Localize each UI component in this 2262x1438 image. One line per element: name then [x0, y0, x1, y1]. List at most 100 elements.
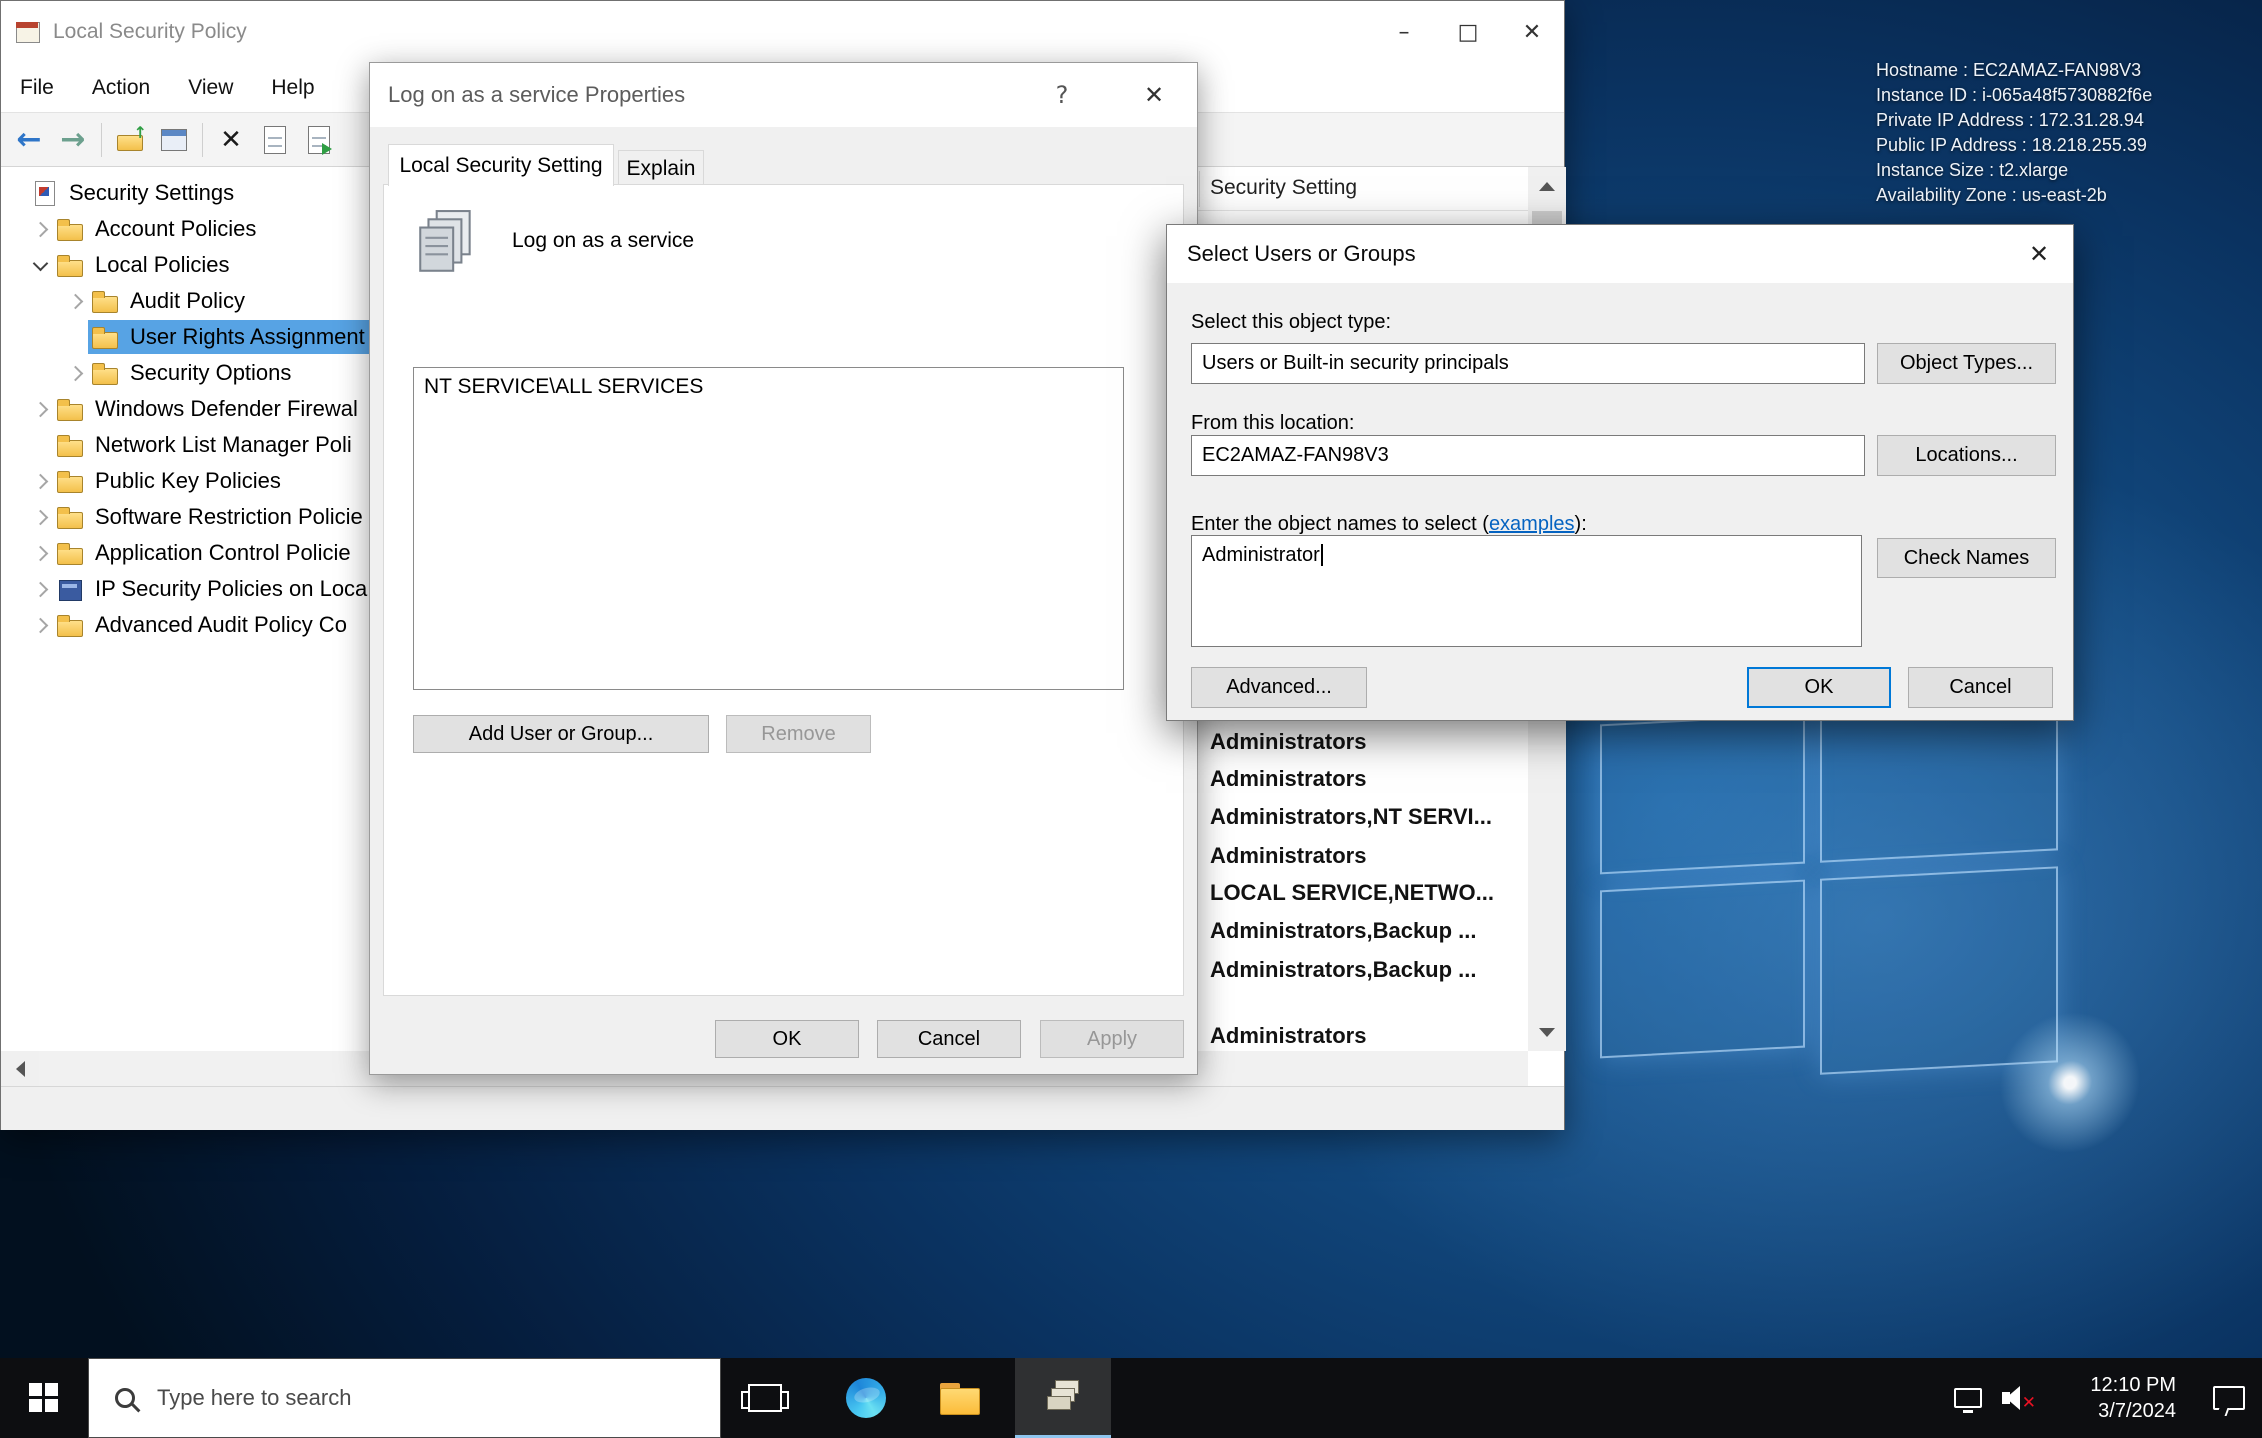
close-button[interactable] [2011, 225, 2067, 283]
chevron-right-icon[interactable] [62, 288, 88, 314]
locations-button[interactable]: Locations... [1877, 435, 2056, 476]
forward-button[interactable] [51, 117, 95, 163]
close-button[interactable] [1500, 1, 1564, 63]
list-item[interactable]: Administrators [1210, 729, 1366, 755]
member-entry[interactable]: NT SERVICE\ALL SERVICES [414, 368, 1123, 406]
cancel-button[interactable]: Cancel [877, 1020, 1021, 1058]
ok-button[interactable]: OK [1747, 667, 1891, 708]
maximize-button[interactable] [1436, 1, 1500, 63]
folder-icon [91, 323, 121, 351]
tree-item-ip-security-policies[interactable]: IP Security Policies on Loca [1, 571, 376, 607]
edge-button[interactable] [826, 1358, 906, 1438]
chevron-right-icon[interactable] [27, 396, 53, 422]
scroll-up-icon [1539, 182, 1555, 191]
minimize-button[interactable] [1372, 1, 1436, 63]
windows-logo-wallpaper [1600, 678, 2070, 1113]
chevron-right-icon[interactable] [27, 468, 53, 494]
export-list-button[interactable] [297, 117, 341, 163]
scroll-up-button[interactable] [1528, 167, 1566, 205]
folder-up-icon [117, 129, 143, 151]
task-view-button[interactable] [725, 1358, 805, 1438]
list-item[interactable]: Administrators,Backup ... [1210, 918, 1477, 944]
advanced-button[interactable]: Advanced... [1191, 667, 1367, 708]
list-item[interactable]: Administrators,NT SERVI... [1210, 804, 1492, 830]
tree-item-user-rights-assignment[interactable]: User Rights Assignment [1, 319, 376, 355]
tree-item-account-policies[interactable]: Account Policies [1, 211, 376, 247]
taskbar-search[interactable]: Type here to search [88, 1358, 721, 1438]
title-bar[interactable]: Local Security Policy [1, 1, 1564, 63]
list-item[interactable]: Administrators [1210, 843, 1366, 869]
add-user-or-group-button[interactable]: Add User or Group... [413, 715, 709, 753]
tab-local-security-setting[interactable]: Local Security Setting [388, 144, 614, 186]
remove-button[interactable]: Remove [726, 715, 871, 753]
chevron-down-icon[interactable] [27, 252, 53, 278]
tree-item-local-policies[interactable]: Local Policies [1, 247, 376, 283]
menu-view[interactable]: View [169, 76, 252, 100]
examples-link[interactable]: examples [1489, 513, 1575, 535]
edge-icon [846, 1378, 886, 1418]
up-level-button[interactable] [108, 117, 152, 163]
list-item[interactable]: LOCAL SERVICE,NETWO... [1210, 880, 1494, 906]
scroll-down-icon [1539, 1028, 1555, 1037]
file-explorer-button[interactable] [919, 1358, 999, 1438]
location-field[interactable]: EC2AMAZ-FAN98V3 [1191, 435, 1865, 476]
check-names-button[interactable]: Check Names [1877, 538, 2056, 578]
policy-header [414, 209, 480, 279]
members-listbox[interactable]: NT SERVICE\ALL SERVICES [413, 367, 1124, 690]
help-button[interactable] [1034, 63, 1090, 127]
list-item[interactable]: Administrators,Backup ... [1210, 957, 1477, 983]
chevron-right-icon[interactable] [27, 216, 53, 242]
object-types-button[interactable]: Object Types... [1877, 343, 2056, 384]
policy-name: Log on as a service [512, 229, 694, 253]
chevron-right-icon[interactable] [27, 612, 53, 638]
tree-item-software-restriction[interactable]: Software Restriction Policie [1, 499, 376, 535]
apply-button[interactable]: Apply [1040, 1020, 1184, 1058]
chevron-right-icon[interactable] [27, 576, 53, 602]
tree-item-security-settings[interactable]: Security Settings [1, 175, 376, 211]
chevron-right-icon[interactable] [27, 504, 53, 530]
local-security-policy-taskbar-button[interactable] [1015, 1358, 1111, 1438]
tree-item-advanced-audit[interactable]: Advanced Audit Policy Co [1, 607, 376, 643]
list-item[interactable]: Administrators [1210, 766, 1366, 792]
taskbar-clock[interactable]: 12:10 PM 3/7/2024 [2046, 1358, 2182, 1438]
back-button[interactable] [7, 117, 51, 163]
folder-icon [56, 395, 86, 423]
export-list-icon [308, 126, 330, 154]
menu-action[interactable]: Action [73, 76, 169, 100]
tree-item-network-list-manager[interactable]: Network List Manager Poli [1, 427, 376, 463]
start-button[interactable] [0, 1358, 88, 1438]
scroll-down-button[interactable] [1528, 1013, 1566, 1051]
action-center-button[interactable] [2196, 1358, 2262, 1438]
list-item[interactable]: Administrators [1210, 1023, 1366, 1049]
info-hostname: Hostname : EC2AMAZ-FAN98V3 [1876, 58, 2152, 83]
tree-item-windows-defender-firewall[interactable]: Windows Defender Firewal [1, 391, 376, 427]
dialog-title-bar[interactable]: Select Users or Groups [1167, 225, 2073, 283]
network-tray-button[interactable] [1944, 1358, 1992, 1438]
menu-file[interactable]: File [1, 76, 73, 100]
taskbar: Type here to search ✕ 12:10 PM 3/7/2024 [0, 1358, 2262, 1438]
chevron-right-icon[interactable] [27, 540, 53, 566]
delete-icon [220, 125, 242, 155]
console-tree: Security Settings Account Policies Local… [1, 167, 377, 1051]
tree-item-public-key-policies[interactable]: Public Key Policies [1, 463, 376, 499]
scroll-left-button[interactable] [1, 1051, 39, 1086]
properties-doc-icon [264, 126, 286, 154]
tree-item-security-options[interactable]: Security Options [1, 355, 376, 391]
object-type-field[interactable]: Users or Built-in security principals [1191, 343, 1865, 384]
info-instance-size: Instance Size : t2.xlarge [1876, 158, 2152, 183]
object-names-textarea[interactable]: Administrator [1191, 535, 1862, 647]
tab-explain[interactable]: Explain [618, 150, 704, 186]
ok-button[interactable]: OK [715, 1020, 859, 1058]
chevron-right-icon[interactable] [62, 360, 88, 386]
console-root-icon [30, 179, 60, 207]
properties-button[interactable] [253, 117, 297, 163]
delete-button[interactable] [209, 117, 253, 163]
cancel-button[interactable]: Cancel [1908, 667, 2053, 708]
volume-tray-button[interactable]: ✕ [1992, 1358, 2042, 1438]
tree-item-audit-policy[interactable]: Audit Policy [1, 283, 376, 319]
close-button[interactable] [1124, 63, 1184, 127]
menu-help[interactable]: Help [252, 76, 333, 100]
tree-item-application-control[interactable]: Application Control Policie [1, 535, 376, 571]
column-security-setting[interactable]: Security Setting [1210, 176, 1357, 200]
console-tree-button[interactable] [152, 117, 196, 163]
